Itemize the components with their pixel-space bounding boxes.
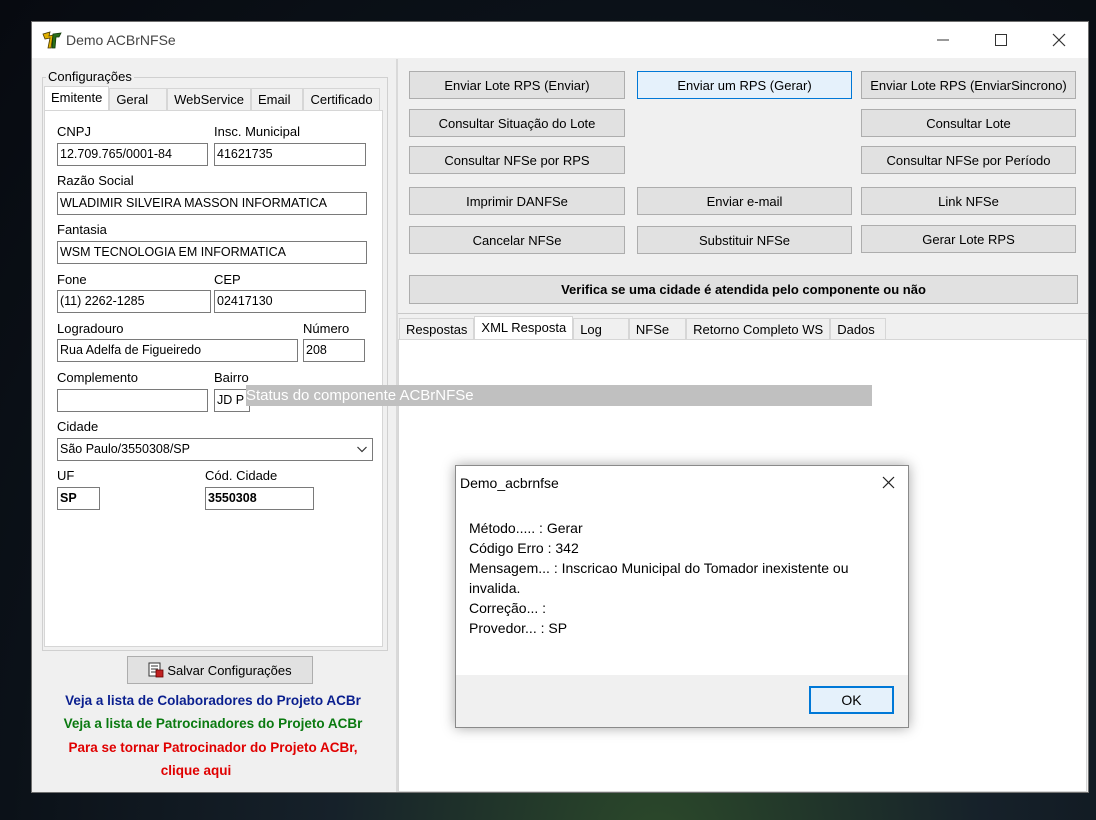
message-dialog: Demo_acbrnfse Método..... : Gerar Código… [455, 465, 909, 728]
dialog-footer: OK [456, 675, 908, 727]
cod-cidade-label: Cód. Cidade [205, 468, 278, 483]
close-icon [1052, 33, 1066, 47]
dialog-line-provedor: Provedor... : SP [469, 620, 568, 636]
close-button[interactable] [1030, 22, 1088, 58]
gerar-lote-rps-button[interactable]: Gerar Lote RPS [861, 225, 1076, 253]
tab-respostas[interactable]: Respostas [399, 318, 475, 340]
razao-social-field[interactable]: WLADIMIR SILVEIRA MASSON INFORMATICA [57, 192, 367, 215]
bairro-label: Bairro [214, 370, 249, 385]
substituir-nfse-button[interactable]: Substituir NFSe [637, 226, 852, 254]
fantasia-field[interactable]: WSM TECNOLOGIA EM INFORMATICA [57, 241, 367, 264]
link-nfse-button[interactable]: Link NFSe [861, 187, 1076, 215]
dialog-line-mensagem: Mensagem... : Inscricao Municipal do Tom… [469, 560, 849, 576]
config-group-title: Configurações [46, 69, 134, 84]
maximize-button[interactable] [972, 22, 1030, 58]
save-config-button[interactable]: Salvar Configurações [127, 656, 313, 684]
complemento-field[interactable] [57, 389, 208, 412]
uf-label: UF [57, 468, 75, 483]
numero-label: Número [303, 321, 350, 336]
dialog-close-button[interactable] [868, 466, 908, 498]
enviar-lote-sincrono-button[interactable]: Enviar Lote RPS (EnviarSincrono) [861, 71, 1076, 99]
maximize-icon [995, 34, 1007, 46]
tab-webservice[interactable]: WebService [167, 88, 251, 110]
fone-field[interactable]: (11) 2262-1285 [57, 290, 211, 313]
enviar-email-button[interactable]: Enviar e-mail [637, 187, 852, 215]
cidade-select[interactable]: São Paulo/3550308/SP [57, 438, 373, 461]
verifica-cidade-button[interactable]: Verifica se uma cidade é atendida pelo c… [409, 275, 1078, 304]
enviar-rps-button[interactable]: Enviar um RPS (Gerar) [637, 71, 852, 99]
minimize-button[interactable] [914, 22, 972, 58]
patrocinadores-link[interactable]: Veja a lista de Patrocinadores do Projet… [40, 716, 386, 731]
tab-log[interactable]: Log [573, 318, 629, 340]
dialog-line-codigo-erro: Código Erro : 342 [469, 540, 579, 556]
tab-nfse[interactable]: NFSe [628, 318, 687, 340]
tab-retorno-completo-ws[interactable]: Retorno Completo WS [686, 318, 831, 340]
tornar-patrocinador-text[interactable]: Para se tornar Patrocinador do Projeto A… [40, 740, 386, 755]
bairro-field[interactable]: JD P [214, 389, 250, 412]
dialog-title: Demo_acbrnfse [460, 475, 559, 491]
uf-field[interactable]: SP [57, 487, 100, 510]
status-banner: Status do componente ACBrNFSe [246, 385, 872, 406]
dialog-line-correcao: Correção... : [469, 600, 547, 616]
dialog-line-metodo: Método..... : Gerar [469, 520, 583, 536]
app-icon [42, 31, 62, 49]
enviar-lote-button[interactable]: Enviar Lote RPS (Enviar) [409, 71, 625, 99]
logradouro-field[interactable]: Rua Adelfa de Figueiredo [57, 339, 298, 362]
insc-municipal-label: Insc. Municipal [214, 124, 300, 139]
cep-field[interactable]: 02417130 [214, 290, 366, 313]
fone-label: Fone [57, 272, 87, 287]
razao-social-label: Razão Social [57, 173, 134, 188]
complemento-label: Complemento [57, 370, 138, 385]
imprimir-danfse-button[interactable]: Imprimir DANFSe [409, 187, 625, 215]
response-tabs: Respostas XML Resposta Log NFSe Retorno … [399, 316, 886, 340]
tab-geral[interactable]: Geral [109, 88, 168, 110]
cnpj-label: CNPJ [57, 124, 91, 139]
chevron-down-icon [357, 446, 367, 453]
consultar-nfse-periodo-button[interactable]: Consultar NFSe por Período [861, 146, 1076, 174]
save-icon [148, 662, 164, 678]
cep-label: CEP [214, 272, 241, 287]
minimize-icon [937, 39, 949, 41]
consultar-lote-button[interactable]: Consultar Lote [861, 109, 1076, 137]
fantasia-label: Fantasia [57, 222, 107, 237]
tab-xml-resposta[interactable]: XML Resposta [474, 316, 574, 340]
tab-emitente[interactable]: Emitente [44, 86, 110, 110]
window-title: Demo ACBrNFSe [66, 32, 176, 48]
tab-dados[interactable]: Dados [830, 318, 886, 340]
insc-municipal-field[interactable]: 41621735 [214, 143, 366, 166]
config-tabs: Emitente Geral WebService Email Certific… [44, 86, 380, 110]
dialog-line-mensagem-cont: invalida. [469, 580, 521, 596]
clique-aqui-link[interactable]: clique aqui [40, 763, 352, 778]
numero-field[interactable]: 208 [303, 339, 365, 362]
cancelar-nfse-button[interactable]: Cancelar NFSe [409, 226, 625, 254]
right-separator [398, 313, 1088, 314]
consultar-situacao-button[interactable]: Consultar Situação do Lote [409, 109, 625, 137]
tab-certificado[interactable]: Certificado [303, 88, 380, 110]
cnpj-field[interactable]: 12.709.765/0001-84 [57, 143, 208, 166]
title-bar: Demo ACBrNFSe [32, 22, 1088, 58]
consultar-nfse-rps-button[interactable]: Consultar NFSe por RPS [409, 146, 625, 174]
logradouro-label: Logradouro [57, 321, 124, 336]
cidade-label: Cidade [57, 419, 99, 434]
close-icon [882, 476, 894, 488]
cod-cidade-field[interactable]: 3550308 [205, 487, 314, 510]
cidade-selected-value: São Paulo/3550308/SP [60, 442, 190, 456]
save-config-label: Salvar Configurações [167, 662, 292, 678]
colaboradores-link[interactable]: Veja a lista de Colaboradores do Projeto… [40, 693, 386, 708]
ok-button[interactable]: OK [809, 686, 894, 714]
tab-email[interactable]: Email [250, 88, 304, 110]
